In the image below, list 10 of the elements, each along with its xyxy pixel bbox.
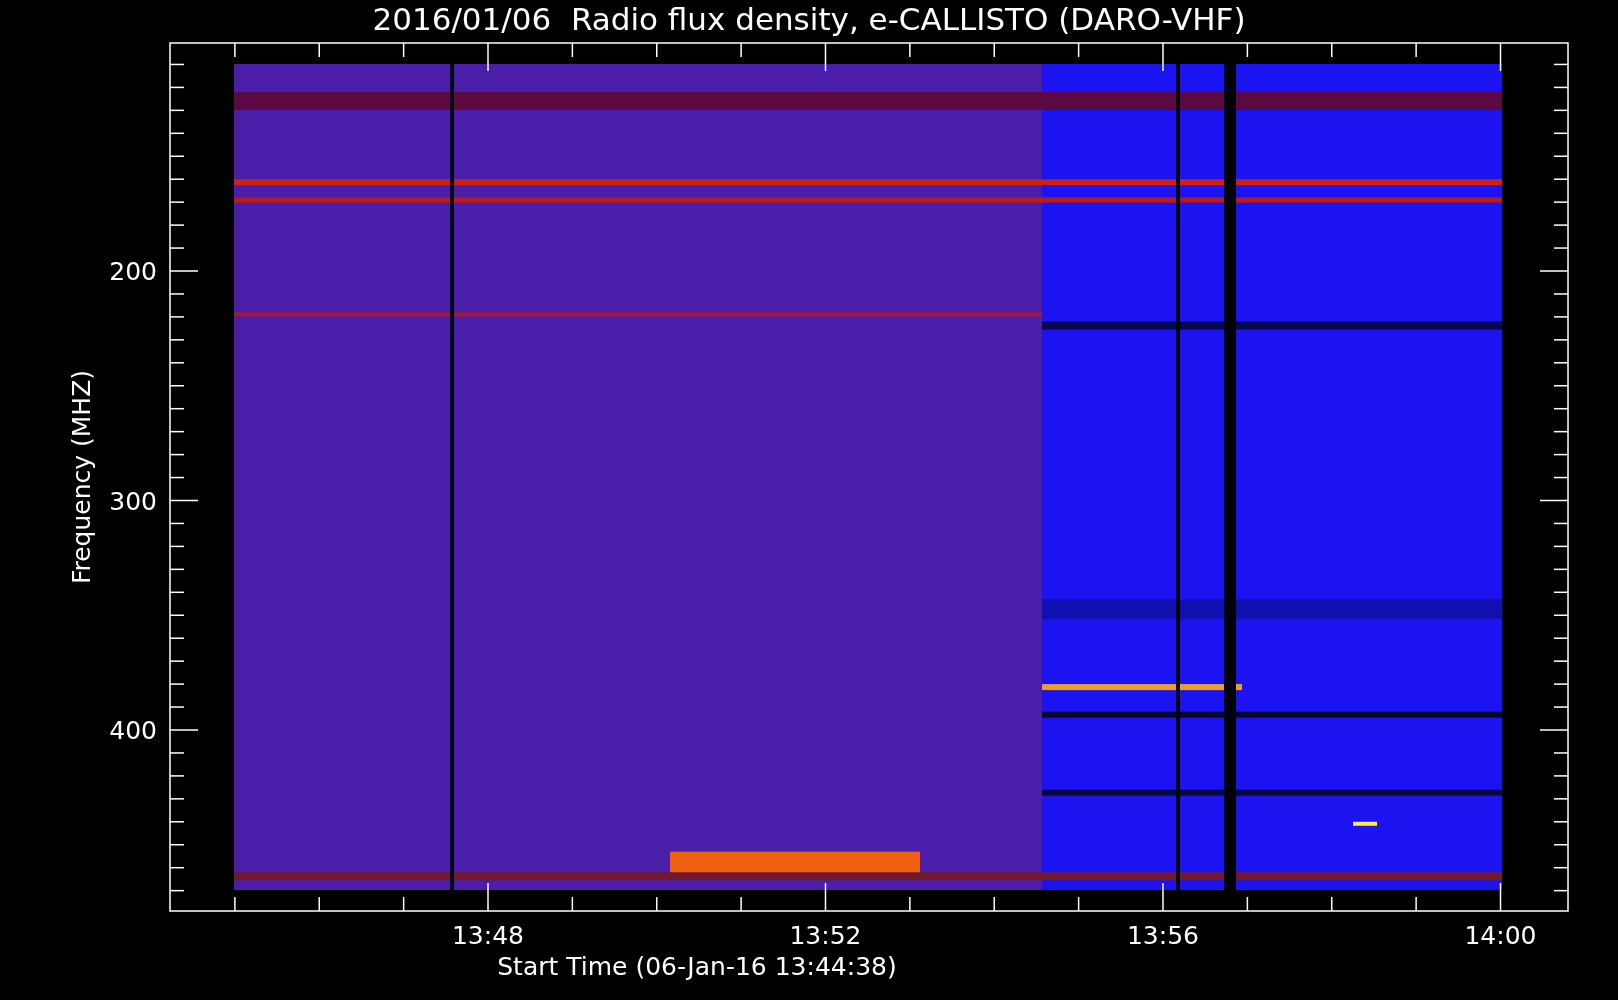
axis-tick-label: 13:52 [789, 921, 862, 950]
axis-title: Start Time (06-Jan-16 13:44:38) [497, 952, 897, 981]
axis-tick-label: 13:48 [452, 921, 524, 950]
axis-tick-label: 300 [109, 486, 157, 516]
axis-title: Frequency (MHZ) [67, 369, 96, 585]
axis-tick-label: 13:56 [1127, 921, 1199, 950]
axis-tick-label: 14:00 [1464, 921, 1537, 950]
axis-tick-label: 200 [109, 257, 157, 286]
chart-title: 2016/01/06 Radio flux density, e-CALLISTO (DARO-VHF) [372, 1, 1246, 37]
axis-tick-label: 400 [109, 716, 157, 745]
